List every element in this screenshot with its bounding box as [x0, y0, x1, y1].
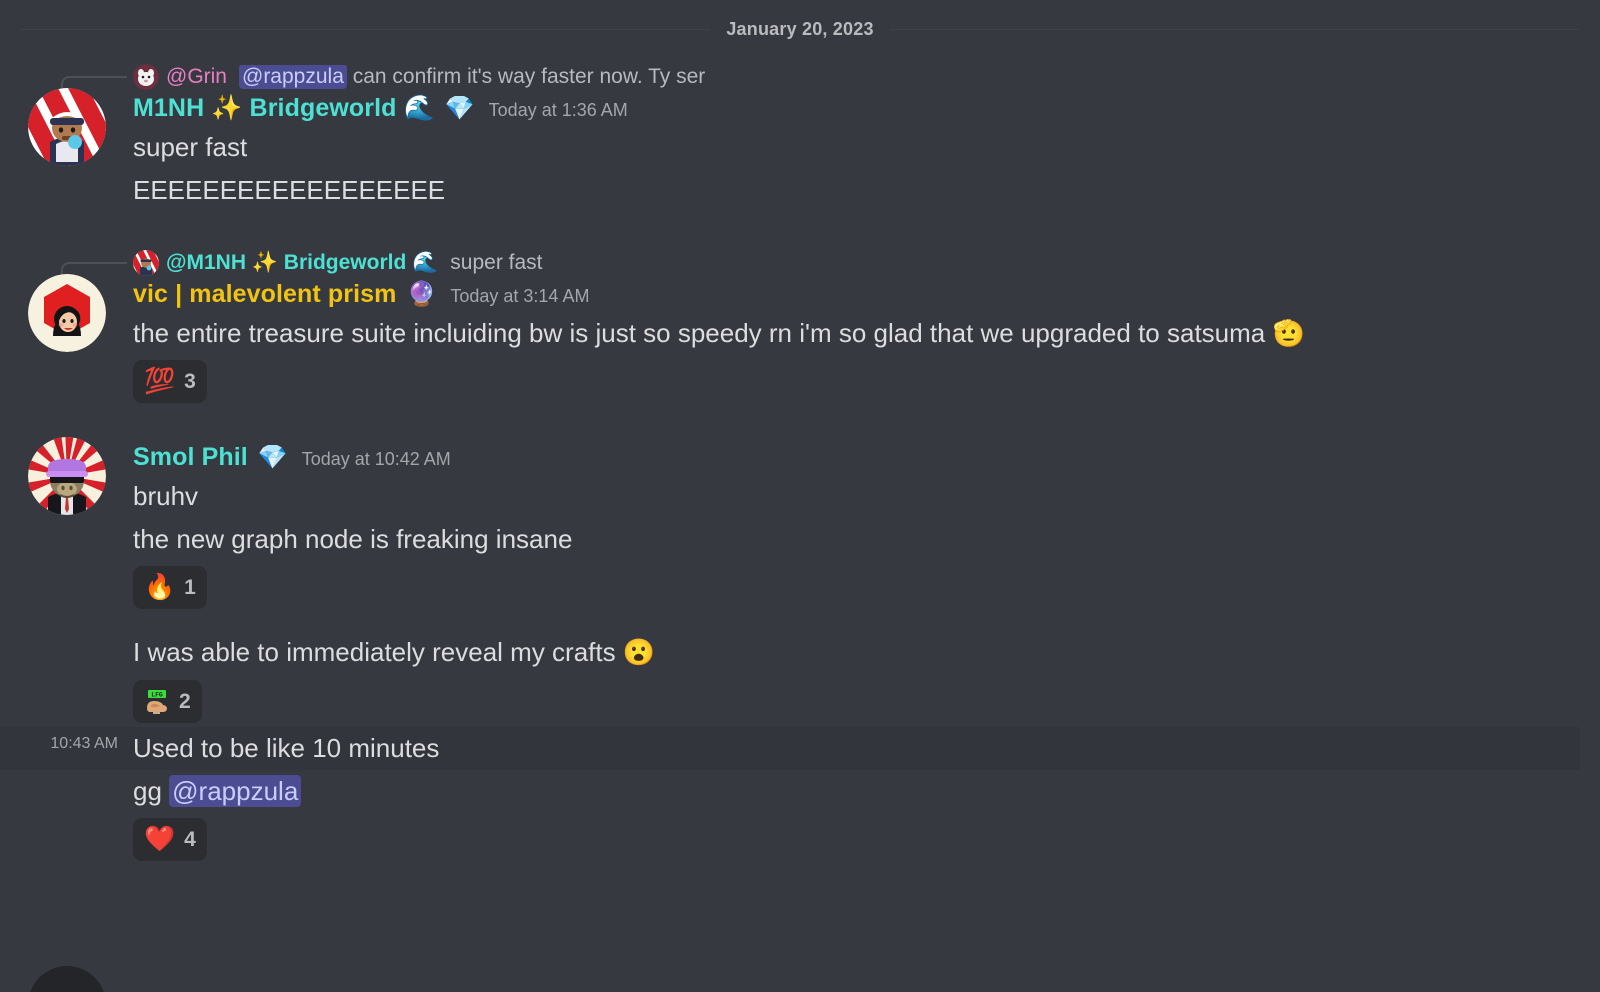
reply-avatar-grin — [133, 64, 159, 90]
reply-reference-grin[interactable]: @Grin @rappzula can confirm it's way fas… — [61, 60, 1580, 110]
message-row: I was able to immediately reveal my craf… — [0, 631, 1580, 674]
timestamp-vic: Today at 3:14 AM — [450, 286, 590, 307]
inline-timestamp: 10:43 AM — [50, 734, 118, 752]
message-header-smol-phil: Smol Phil 💎 Today at 10:42 AM — [28, 437, 1580, 516]
message-row: bruhv — [0, 475, 1580, 518]
message-group-m1nh: @Grin @rappzula can confirm it's way fas… — [0, 58, 1600, 216]
message-text: EEEEEEEEEEEEEEEEEE — [133, 175, 446, 206]
timestamp-smol-phil: Today at 10:42 AM — [301, 449, 451, 470]
reply-avatar-m1nh — [133, 250, 159, 277]
message-row: the entire treasure suite incluiding bw … — [0, 312, 1580, 355]
timestamp-m1nh: Today at 1:36 AM — [488, 100, 628, 120]
mention-pill-rappzula[interactable]: @rappzula — [169, 774, 302, 807]
message-header-m1nh: M1NH ✨ Bridgeworld 🌊 💎 Today at 1:36 AM — [28, 88, 1580, 166]
username-smol-phil[interactable]: Smol Phil — [133, 443, 248, 472]
message-text: the entire treasure suite incluiding bw … — [133, 318, 1305, 349]
reaction-heart[interactable]: ❤️ 4 — [133, 817, 207, 861]
message-row: super fast — [0, 126, 1580, 169]
message-row-hovered[interactable]: 10:43 AM Used to be like 10 minutes — [0, 726, 1580, 770]
message-text: I was able to immediately reveal my craf… — [133, 637, 656, 668]
red-heart-icon: ❤️ — [144, 824, 176, 853]
divider-rule-left — [20, 28, 711, 30]
reply-reference-m1nh[interactable]: @M1NH ✨ Bridgeworld 🌊 super fast — [61, 246, 1580, 297]
message-text-prefix: gg — [133, 775, 170, 806]
divider-date-label: January 20, 2023 — [726, 18, 874, 39]
reaction-count: 1 — [184, 576, 196, 600]
reply-mention-pill[interactable]: @rappzula — [239, 65, 347, 89]
reaction-list: ❤️ 4 — [133, 813, 1580, 865]
message-text: super fast — [133, 132, 248, 162]
reply-author-name[interactable]: @Grin — [166, 65, 227, 89]
message-text: Used to be like 10 minutes — [133, 732, 440, 763]
message-header-vic: vic | malevolent prism 🔮 Today at 3:14 A… — [28, 274, 1580, 353]
badge-diamond-icon: 💎 — [257, 444, 288, 472]
username-vic[interactable]: vic | malevolent prism — [133, 280, 396, 309]
reply-author-name[interactable]: @M1NH ✨ Bridgeworld 🌊 — [166, 251, 438, 275]
message-group-vic: @M1NH ✨ Bridgeworld 🌊 super fast vic | m… — [0, 244, 1600, 411]
reaction-count: 2 — [179, 689, 191, 713]
badge-diamond-icon: 💎 — [444, 95, 475, 122]
reply-preview-text: super fast — [450, 251, 543, 275]
reaction-list: 🔥 1 — [133, 561, 1580, 613]
message-row: gg @rappzula — [0, 770, 1580, 813]
avatar-next-message-partial[interactable] — [28, 966, 106, 992]
message-text: gg @rappzula — [133, 770, 325, 813]
message-text: the new graph node is freaking insane — [133, 524, 573, 555]
discord-message-list: January 20, 2023 @Grin @rappzula can con… — [0, 0, 1600, 992]
message-row: the new graph node is freaking insane — [0, 518, 1580, 561]
username-m1nh[interactable]: M1NH ✨ Bridgeworld 🌊 — [133, 94, 435, 123]
message-group-smol-phil: Smol Phil 💎 Today at 10:42 AM bruhv the … — [0, 437, 1600, 868]
date-divider: January 20, 2023 — [0, 0, 1600, 58]
badge-crystal-ball-icon: 🔮 — [406, 281, 437, 309]
divider-rule-right — [889, 28, 1580, 30]
reaction-count: 4 — [184, 827, 196, 851]
reply-body: can confirm it's way faster now. Ty ser — [352, 65, 706, 88]
reaction-count: 3 — [184, 370, 196, 394]
fire-icon: 🔥 — [144, 573, 176, 602]
reaction-hundred-points[interactable]: 💯 3 — [133, 360, 207, 404]
reaction-lfg-custom[interactable]: LFG 2 — [133, 679, 202, 723]
reaction-fire[interactable]: 🔥 1 — [133, 566, 207, 610]
reply-preview-text: @rappzula can confirm it's way faster no… — [239, 65, 705, 89]
hundred-points-icon: 💯 — [144, 367, 176, 396]
row-spacer — [0, 613, 1580, 631]
reaction-list: 💯 3 — [133, 355, 1580, 407]
message-row: EEEEEEEEEEEEEEEEEE — [0, 169, 1580, 212]
message-text: bruhv — [133, 481, 199, 512]
reaction-list: LFG 2 — [133, 675, 1580, 727]
lfg-flex-icon: LFG — [144, 688, 170, 715]
svg-text:LFG: LFG — [151, 692, 163, 699]
